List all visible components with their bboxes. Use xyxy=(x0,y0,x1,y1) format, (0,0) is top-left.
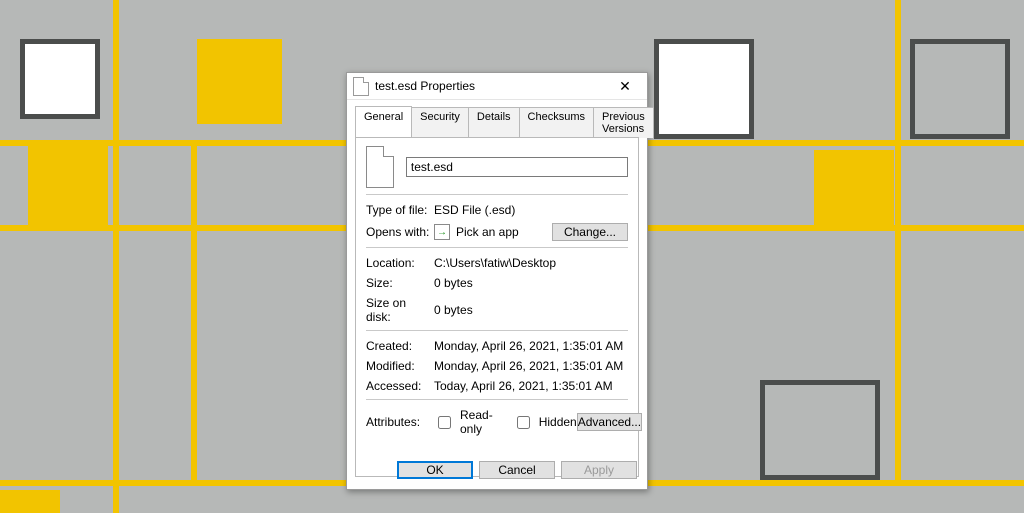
window-title: test.esd Properties xyxy=(375,73,609,99)
read-only-label: Read-only xyxy=(460,408,496,436)
tab-general[interactable]: General xyxy=(355,106,412,137)
created-value: Monday, April 26, 2021, 1:35:01 AM xyxy=(434,339,628,353)
titlebar[interactable]: test.esd Properties ✕ xyxy=(347,73,647,100)
accessed-label: Accessed: xyxy=(366,379,434,393)
opens-with-value: Pick an app xyxy=(456,225,519,239)
size-label: Size: xyxy=(366,276,434,290)
tab-page-general: Type of file: ESD File (.esd) Opens with… xyxy=(355,137,639,477)
tab-checksums[interactable]: Checksums xyxy=(519,107,594,138)
advanced-button[interactable]: Advanced... xyxy=(577,413,642,431)
separator xyxy=(366,399,628,400)
tab-details[interactable]: Details xyxy=(468,107,520,138)
properties-dialog: test.esd Properties ✕ General Security D… xyxy=(346,72,648,490)
created-label: Created: xyxy=(366,339,434,353)
tab-previous-versions[interactable]: Previous Versions xyxy=(593,107,654,138)
read-only-checkbox[interactable] xyxy=(438,416,451,429)
accessed-value: Today, April 26, 2021, 1:35:01 AM xyxy=(434,379,628,393)
hidden-label: Hidden xyxy=(539,415,577,429)
separator xyxy=(366,247,628,248)
hidden-checkbox[interactable] xyxy=(517,416,530,429)
size-on-disk-value: 0 bytes xyxy=(434,303,628,317)
size-on-disk-label: Size on disk: xyxy=(366,296,434,324)
type-of-file-label: Type of file: xyxy=(366,203,434,217)
separator xyxy=(366,330,628,331)
pick-app-icon: → xyxy=(434,224,450,240)
file-type-icon xyxy=(366,146,394,188)
filename-input[interactable] xyxy=(406,157,628,177)
size-value: 0 bytes xyxy=(434,276,628,290)
change-button[interactable]: Change... xyxy=(552,223,628,241)
type-of-file-value: ESD File (.esd) xyxy=(434,203,628,217)
dialog-footer: OK Cancel Apply xyxy=(397,461,637,479)
apply-button[interactable]: Apply xyxy=(561,461,637,479)
attributes-label: Attributes: xyxy=(366,415,434,429)
tab-security[interactable]: Security xyxy=(411,107,469,138)
location-label: Location: xyxy=(366,256,434,270)
ok-button[interactable]: OK xyxy=(397,461,473,479)
opens-with-label: Opens with: xyxy=(366,225,434,239)
modified-value: Monday, April 26, 2021, 1:35:01 AM xyxy=(434,359,628,373)
tab-strip: General Security Details Checksums Previ… xyxy=(347,100,647,137)
cancel-button[interactable]: Cancel xyxy=(479,461,555,479)
file-icon xyxy=(353,77,369,96)
close-button[interactable]: ✕ xyxy=(609,73,641,99)
location-value: C:\Users\fatiw\Desktop xyxy=(434,256,628,270)
modified-label: Modified: xyxy=(366,359,434,373)
separator xyxy=(366,194,628,195)
